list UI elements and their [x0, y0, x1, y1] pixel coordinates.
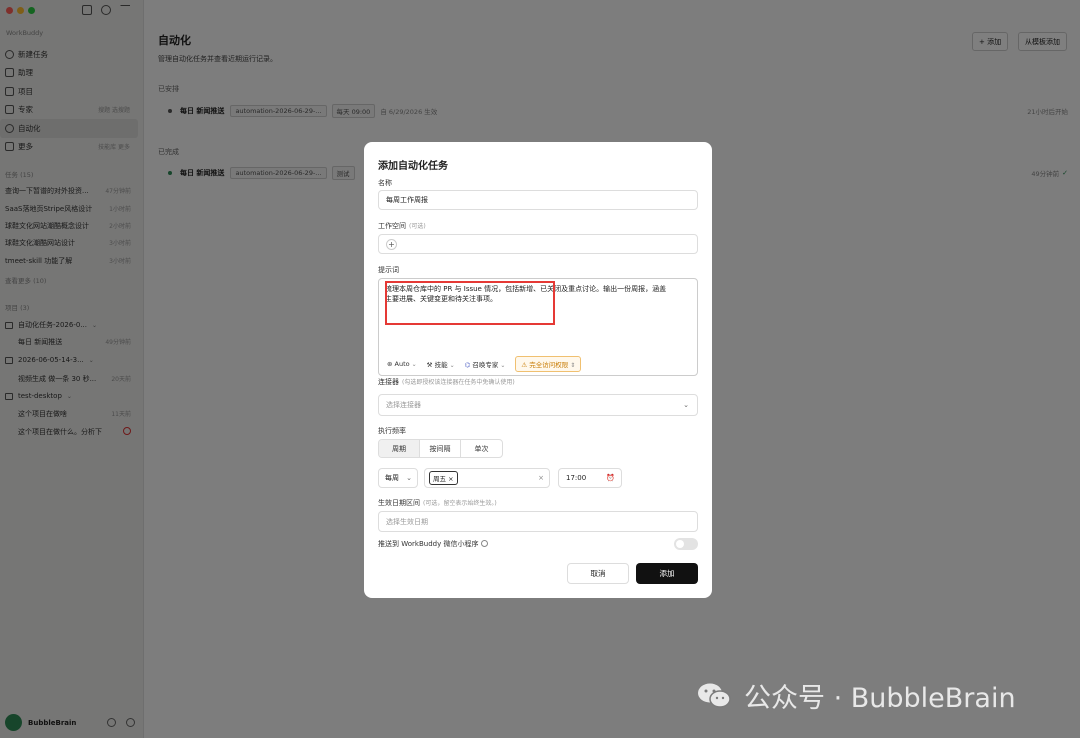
alarm-clock-icon: ⏰ — [606, 474, 615, 482]
frequency-tabs: 周期 按间隔 单次 — [378, 439, 503, 458]
push-wechat-label: 推送到 WorkBuddy 微信小程序 — [378, 539, 488, 549]
prompt-toolbar: ⊛ Auto ⌄ ⚒ 技能 ⌄ ⌬ 召唤专家 ⌄ ⚠ 完全访问权限 ⇕ — [387, 356, 582, 372]
info-icon[interactable] — [480, 540, 488, 547]
prompt-label: 提示词 — [378, 266, 399, 274]
tab-once[interactable]: 单次 — [461, 440, 502, 457]
connector-label: 连接器 (勾选即授权该连接器在任务中免确认使用) — [378, 378, 515, 386]
date-range-label: 生效日期区间 (可选，留空表示始终生效。) — [378, 499, 497, 507]
prompt-textarea[interactable]: 梳理本周仓库中的 PR 与 Issue 情况，包括新增、已关闭及重点讨论。输出一… — [378, 278, 698, 376]
push-wechat-toggle[interactable] — [674, 538, 698, 550]
auto-icon: ⊛ — [387, 360, 393, 368]
add-workspace-button[interactable]: + — [386, 238, 397, 250]
frequency-label: 执行频率 — [378, 427, 406, 435]
experts-selector[interactable]: ⌬ 召唤专家 ⌄ — [465, 359, 506, 369]
watermark: 公众号 · BubbleBrain — [696, 676, 1016, 715]
name-input[interactable]: 每周工作周报 — [378, 190, 698, 210]
weekday-select[interactable]: 周五 × × — [424, 468, 550, 488]
expert-icon: ⌬ — [464, 361, 471, 369]
connector-select[interactable]: 选择连接器 ⌄ — [378, 394, 698, 416]
skills-icon: ⚒ — [426, 361, 433, 369]
add-automation-dialog: 添加自动化任务 名称 每周工作周报 工作空间 (可选) + 提示词 梳理本周仓库中… — [364, 142, 712, 598]
chevron-down-icon: ⌄ — [683, 401, 689, 409]
wechat-logo-icon — [698, 683, 731, 708]
date-range-picker[interactable]: 选择生效日期 — [378, 511, 698, 532]
workspace-field[interactable]: + — [378, 234, 698, 254]
cancel-button[interactable]: 取消 — [567, 563, 629, 584]
dialog-title: 添加自动化任务 — [378, 161, 448, 172]
name-label: 名称 — [378, 179, 392, 187]
weekday-tag-friday[interactable]: 周五 × — [429, 471, 458, 485]
warning-icon: ⚠ — [521, 361, 528, 369]
submit-add-button[interactable]: 添加 — [636, 563, 698, 584]
period-select[interactable]: 每周 ⌄ — [378, 468, 418, 488]
tab-periodic[interactable]: 周期 — [379, 440, 420, 457]
chevron-down-icon: ⌄ — [500, 362, 506, 369]
access-permission-selector[interactable]: ⚠ 完全访问权限 ⇕ — [515, 356, 582, 372]
chevron-down-icon: ⌄ — [406, 474, 412, 482]
time-picker[interactable]: 17:00 ⏰ — [558, 468, 622, 488]
chevron-updown-icon: ⇕ — [570, 362, 576, 369]
workspace-label: 工作空间 (可选) — [378, 222, 426, 230]
skills-selector[interactable]: ⚒ 技能 ⌄ — [427, 359, 455, 369]
chevron-down-icon: ⌄ — [449, 362, 455, 369]
clear-icon[interactable]: × — [538, 474, 544, 482]
annotation-highlight-box — [385, 281, 555, 325]
tab-interval[interactable]: 按间隔 — [420, 440, 461, 457]
model-auto-selector[interactable]: ⊛ Auto ⌄ — [387, 360, 417, 368]
chevron-down-icon: ⌄ — [411, 361, 417, 368]
